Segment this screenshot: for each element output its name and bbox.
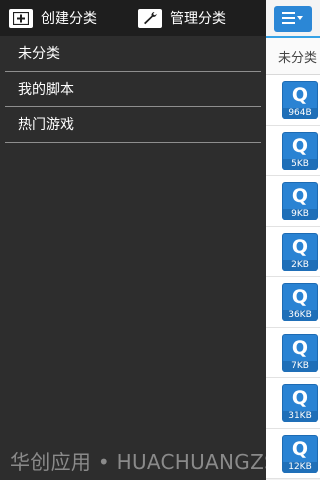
- category-label: 未分类: [18, 46, 60, 63]
- file-size: 36KB: [283, 310, 317, 321]
- main-panel: 未分类 Q 964B Q 5KB Q 9KB Q 2KB Q 36KB Q 7K…: [266, 0, 320, 480]
- wrench-icon: [138, 8, 162, 28]
- category-list: 未分类 我的脚本 热门游戏: [0, 36, 266, 143]
- file-row[interactable]: Q 964B: [266, 75, 320, 126]
- menu-dropdown-icon: [281, 10, 305, 29]
- category-item-hot-games[interactable]: 热门游戏: [5, 107, 261, 143]
- file-row[interactable]: Q 5KB: [266, 125, 320, 176]
- file-icon-letter: Q: [291, 336, 309, 359]
- file-row[interactable]: Q 12KB: [266, 428, 320, 479]
- file-list: Q 964B Q 5KB Q 9KB Q 2KB Q 36KB Q 7KB Q …: [266, 75, 320, 479]
- drawer-toolbar: 创建分类 管理分类: [0, 0, 266, 36]
- category-item-my-scripts[interactable]: 我的脚本: [5, 72, 261, 107]
- file-icon-letter: Q: [291, 235, 309, 258]
- manage-category-button[interactable]: 管理分类: [134, 0, 226, 36]
- script-file-icon[interactable]: Q 12KB: [282, 434, 318, 473]
- file-row[interactable]: Q 36KB: [266, 277, 320, 328]
- script-file-icon[interactable]: Q 2KB: [282, 232, 318, 271]
- file-size: 7KB: [283, 360, 317, 372]
- category-drawer: 创建分类 管理分类 未分类 我的脚本 热门游戏 华创应用 • HUACHUANG…: [0, 0, 320, 480]
- file-row[interactable]: Q 31KB: [266, 378, 320, 429]
- file-icon-letter: Q: [291, 387, 309, 409]
- file-size: 964B: [283, 108, 317, 119]
- add-box-icon: [9, 8, 33, 28]
- file-size: 2KB: [283, 259, 317, 271]
- create-category-label: 创建分类: [41, 11, 97, 27]
- file-size: 5KB: [283, 158, 317, 170]
- file-icon-letter: Q: [291, 286, 309, 308]
- file-row[interactable]: Q 2KB: [266, 226, 320, 277]
- file-row[interactable]: Q 7KB: [266, 327, 320, 378]
- script-file-icon[interactable]: Q 964B: [282, 81, 318, 119]
- menu-dropdown-button[interactable]: [274, 6, 312, 32]
- script-file-icon[interactable]: Q 9KB: [282, 182, 318, 220]
- script-file-icon[interactable]: Q 31KB: [282, 384, 318, 422]
- current-category-title: 未分类: [266, 38, 320, 75]
- file-size: 12KB: [283, 461, 317, 473]
- category-item-uncategorized[interactable]: 未分类: [5, 36, 261, 72]
- file-icon-letter: Q: [291, 84, 309, 106]
- manage-category-label: 管理分类: [170, 11, 226, 27]
- script-file-icon[interactable]: Q 36KB: [282, 283, 318, 321]
- file-size: 9KB: [283, 209, 317, 220]
- main-header: [266, 0, 320, 38]
- file-icon-letter: Q: [291, 134, 309, 157]
- create-category-button[interactable]: 创建分类: [0, 0, 134, 36]
- category-label: 热门游戏: [18, 117, 74, 134]
- script-file-icon[interactable]: Q 5KB: [282, 131, 318, 170]
- script-file-icon[interactable]: Q 7KB: [282, 333, 318, 372]
- file-size: 31KB: [283, 411, 317, 422]
- file-row[interactable]: Q 9KB: [266, 176, 320, 227]
- file-icon-letter: Q: [291, 185, 309, 207]
- file-icon-letter: Q: [291, 437, 309, 460]
- category-label: 我的脚本: [18, 81, 74, 98]
